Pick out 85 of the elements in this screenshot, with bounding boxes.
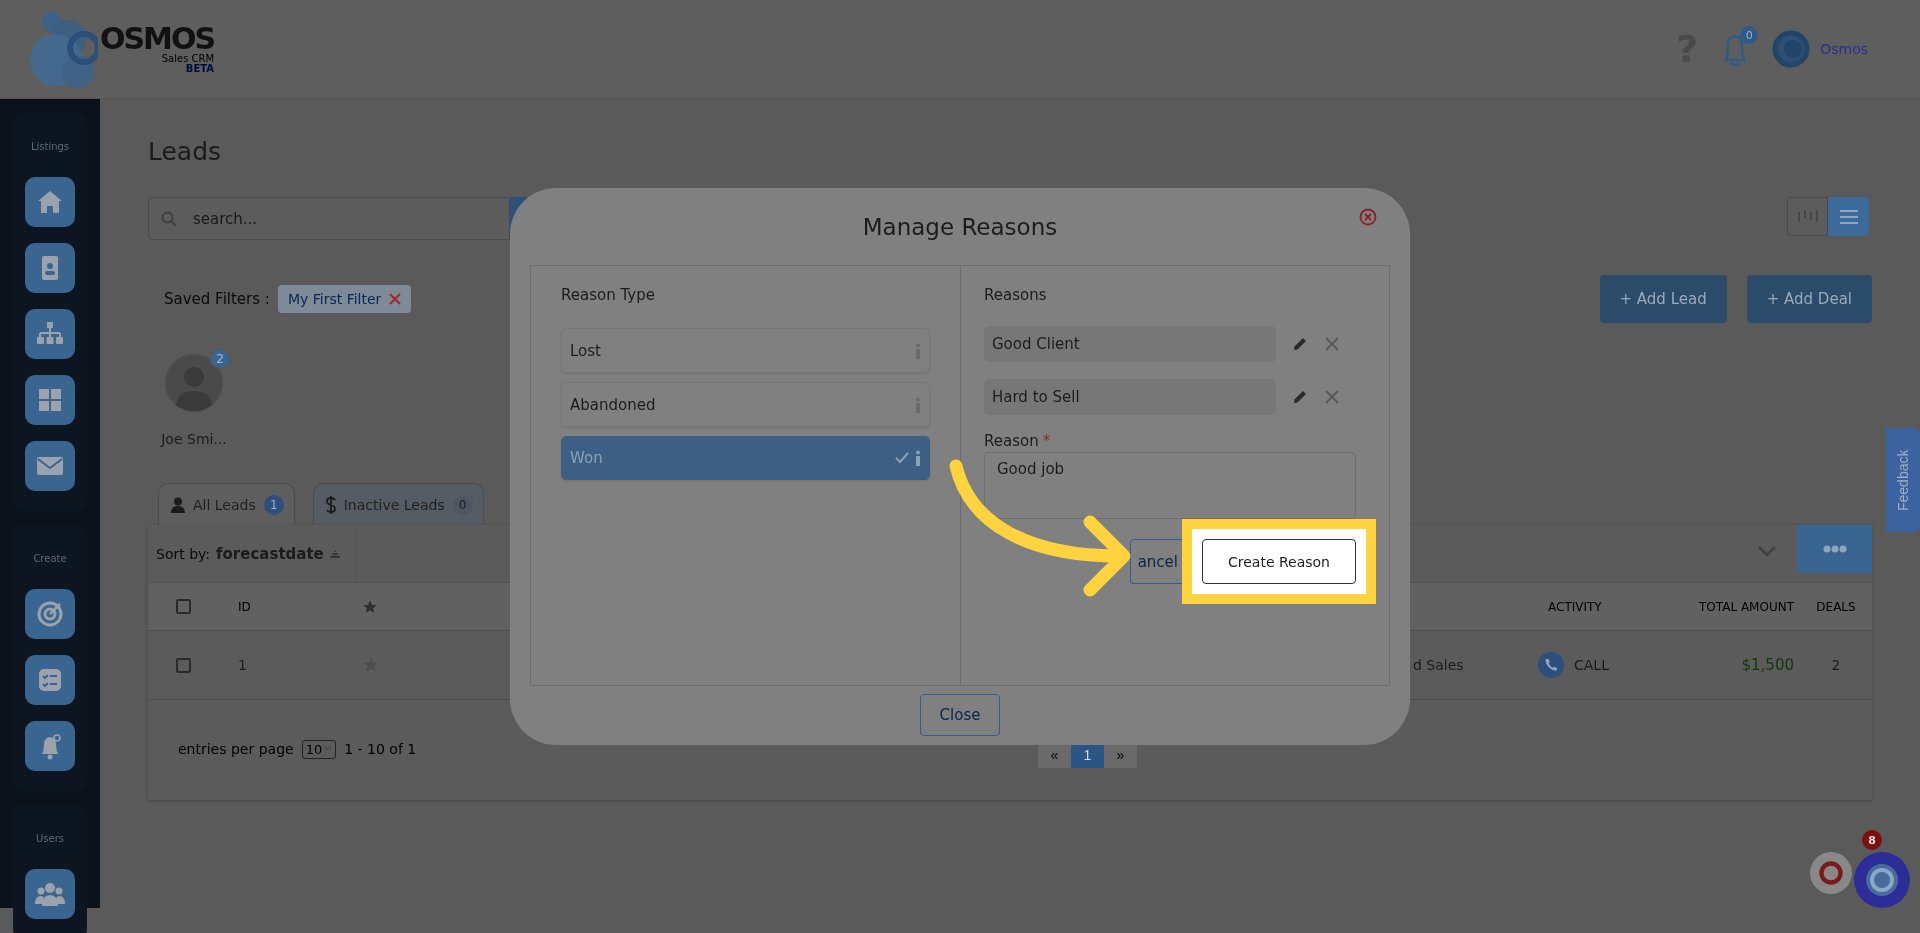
column-header: TOTAL AMOUNT (1698, 599, 1795, 614)
sort-field[interactable]: forecastdate (216, 545, 324, 563)
close-icon[interactable] (389, 293, 402, 305)
search-field[interactable]: search... (148, 197, 510, 240)
beta-tag: BETA (185, 64, 215, 74)
logo-subtitle: Sales CRM (161, 54, 215, 64)
chevron-down-icon[interactable] (1757, 545, 1777, 557)
person-icon (171, 496, 185, 513)
list-view-button[interactable] (1828, 197, 1869, 236)
ring-icon (1863, 861, 1901, 899)
dialog-title: Manage Reasons (862, 213, 1058, 240)
edit-button[interactable] (1292, 389, 1308, 405)
grid-nav-button[interactable] (25, 375, 75, 425)
assistant-button[interactable] (1854, 852, 1910, 908)
person-avatar-icon[interactable] (164, 353, 224, 413)
table-cell-text: d Sales (1413, 657, 1465, 673)
bell-nav-button[interactable] (25, 721, 75, 771)
reason-type-item[interactable]: Lost (561, 328, 930, 373)
org-nav-button[interactable] (25, 309, 75, 359)
section-label: Listings (30, 141, 70, 153)
add-button[interactable]: + Add Lead (1599, 275, 1727, 323)
star-icon[interactable] (362, 598, 378, 615)
dots-icon (1822, 545, 1847, 553)
info-icon[interactable] (915, 450, 921, 466)
reason-type-item[interactable]: Abandoned (561, 382, 930, 427)
contact-nav-button[interactable] (25, 243, 75, 293)
checkbox[interactable] (175, 599, 191, 614)
reason-item: Hard to Sell (984, 379, 1276, 415)
users-nav-button[interactable] (25, 869, 75, 919)
close-button[interactable]: Close (920, 694, 1000, 736)
range-label: 1 - 10 of 1 (344, 741, 417, 757)
table-cell-text: 1 (237, 657, 248, 673)
tab[interactable]: All Leads 1 (158, 483, 295, 525)
filter-chip[interactable]: My First Filter (277, 285, 412, 313)
board-view-button[interactable] (1787, 197, 1828, 236)
per-page-select[interactable]: 10 (301, 739, 337, 759)
required-mark: * (1042, 432, 1051, 450)
delete-button[interactable] (1324, 389, 1340, 405)
section-label: Create (33, 553, 67, 565)
create-button[interactable]: Create Reason (1202, 539, 1356, 584)
feedback-tab[interactable]: Feedback (1886, 428, 1920, 532)
pencil-icon (1292, 389, 1308, 405)
reason-type-item[interactable]: Won (561, 436, 930, 480)
section-label: Users (36, 833, 64, 845)
page-title: Leads (148, 137, 223, 168)
more-button[interactable] (1797, 525, 1872, 573)
chat-badge: 8 (1862, 830, 1882, 850)
sort-label: Sort by: (156, 546, 211, 562)
table-cell-text: 2 (1830, 657, 1842, 673)
logo-wordmark: OSMOS (100, 24, 215, 54)
chat-button[interactable] (1810, 852, 1852, 894)
tasks-nav-button[interactable] (25, 655, 75, 705)
close-icon (1324, 389, 1340, 405)
check-icon (895, 452, 909, 464)
column-header: ID (237, 599, 252, 614)
checkbox[interactable] (175, 657, 191, 673)
column-header: DEALS (1815, 599, 1857, 614)
saved-filters-label: Saved Filters : (164, 290, 270, 308)
target-nav-button[interactable] (25, 589, 75, 639)
user-name[interactable]: Joe Smi... (161, 431, 227, 447)
column-heading: Reason Type (561, 286, 656, 304)
reason-item: Good Client (984, 326, 1276, 362)
ring-icon (1818, 860, 1844, 886)
tab[interactable]: Inactive Leads 0 (312, 483, 484, 525)
notification-badge: 0 (1740, 26, 1759, 44)
dollar-icon (325, 495, 336, 514)
home-nav-button[interactable] (25, 177, 75, 227)
field-label: Reason (984, 432, 1039, 450)
phone-icon[interactable] (1538, 652, 1564, 678)
add-button[interactable]: + Add Deal (1746, 275, 1872, 323)
column-heading: Reasons (984, 286, 1048, 304)
count-badge: 2 (210, 349, 230, 369)
column-header: ACTIVITY (1547, 599, 1603, 614)
mail-nav-button[interactable] (25, 441, 75, 491)
activity-label: CALL (1574, 657, 1609, 673)
edit-button[interactable] (1292, 336, 1308, 352)
reason-field[interactable]: Good job (984, 452, 1356, 519)
table-cell-text: $1,500 (1740, 656, 1795, 674)
close-circle-icon (1359, 208, 1377, 226)
avatar-icon[interactable] (1772, 30, 1811, 68)
list-icon (1838, 208, 1859, 225)
close-icon (1324, 336, 1340, 352)
pencil-icon (1292, 336, 1308, 352)
per-page-label: entries per page (178, 741, 294, 757)
delete-button[interactable] (1324, 336, 1340, 352)
